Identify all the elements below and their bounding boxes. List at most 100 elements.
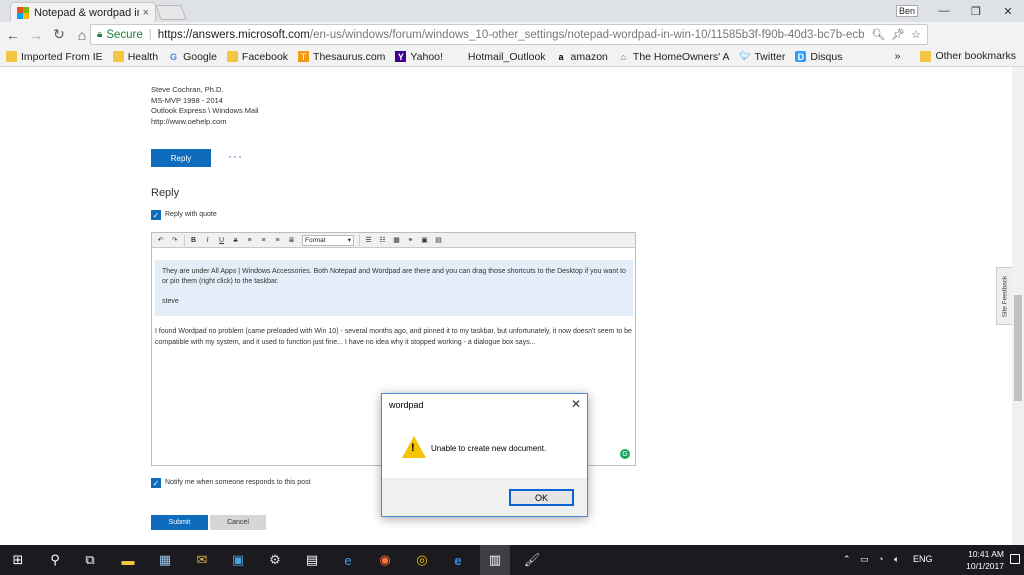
restore-button[interactable]: ❐: [960, 0, 992, 22]
bookmark-yahoo[interactable]: Y Yahoo!: [395, 51, 443, 63]
reload-icon[interactable]: ↻: [49, 25, 69, 45]
battery-icon[interactable]: ▭: [860, 554, 869, 565]
pin-icon[interactable]: 📌︎: [891, 28, 905, 41]
bookmark-health[interactable]: Health: [112, 51, 158, 63]
zoom-icon[interactable]: 🔍︎: [871, 28, 885, 41]
reply-body-text[interactable]: I found Wordpad no problem (came preload…: [155, 326, 633, 348]
format-select[interactable]: Format ▾: [302, 234, 354, 246]
browser-toolbar: ← → ↻ ⌂ 🔒︎ Secure | https://answers.micr…: [0, 22, 1024, 65]
forward-icon[interactable]: →: [26, 25, 46, 45]
submit-button[interactable]: Submit: [151, 515, 208, 530]
profile-badge[interactable]: Ben: [895, 5, 918, 17]
firefox-icon[interactable]: ◉: [375, 550, 395, 570]
new-tab-button[interactable]: [155, 5, 187, 20]
folder-icon: [920, 50, 932, 62]
internet-explorer-icon[interactable]: e: [338, 550, 358, 570]
toolbar-separator: [359, 234, 360, 246]
tab-close-icon[interactable]: ×: [143, 7, 149, 19]
toolbar-separator: [184, 234, 185, 246]
notify-checkbox[interactable]: ✓: [151, 478, 161, 488]
bookmarks-overflow-button[interactable]: »: [895, 50, 901, 62]
bookmark-thesaurus[interactable]: T Thesaurus.com: [298, 51, 385, 63]
redo-icon[interactable]: ↷: [168, 234, 181, 246]
reply-button[interactable]: Reply: [151, 149, 211, 167]
paint-icon[interactable]: 🖌︎: [522, 550, 542, 570]
align-left-icon[interactable]: ≡: [243, 234, 256, 246]
reply-with-quote-label: Reply with quote: [165, 211, 217, 218]
page-scrollbar[interactable]: [1012, 67, 1024, 545]
reply-heading: Reply: [151, 187, 180, 199]
twitter-icon: 🐦︎: [739, 51, 751, 61]
clock-date: 10/1/2017: [966, 561, 1004, 571]
thesaurus-icon: T: [298, 51, 310, 62]
site-feedback-tab[interactable]: Site Feedback: [996, 267, 1013, 325]
windows-icon: [453, 51, 464, 62]
action-center-icon[interactable]: [1010, 554, 1020, 564]
ok-button[interactable]: OK: [509, 489, 574, 506]
chrome-icon[interactable]: ◎: [412, 550, 432, 570]
taskbar-app-icon[interactable]: ▣: [228, 550, 248, 570]
start-windows-icon[interactable]: ⊞: [8, 550, 28, 570]
cancel-button[interactable]: Cancel: [210, 515, 266, 530]
post-signature: Steve Cochran, Ph.D. MS-MVP 1998 - 2014 …: [151, 85, 259, 128]
clock[interactable]: 10:41 AM 10/1/2017: [966, 548, 1004, 572]
tray-chevron-icon[interactable]: ⌃: [843, 554, 851, 565]
align-center-icon[interactable]: ≡: [257, 234, 270, 246]
yahoo-icon: Y: [395, 51, 407, 62]
windows-taskbar: ⊞ ⚲ ⧉ ▬ ▦ ✉ ▣ ⚙ ▤ e ◉ ◎ e ▥ 🖌︎ ⌃ ▭ ◔ 🔈︎ …: [0, 545, 1024, 575]
bookmark-star-icon[interactable]: ☆: [911, 28, 921, 41]
media-icon[interactable]: ▤: [432, 234, 445, 246]
bookmark-disqus[interactable]: D Disqus: [795, 51, 842, 63]
reply-with-quote-checkbox[interactable]: ✓: [151, 210, 161, 220]
link-icon[interactable]: ⚭: [404, 234, 417, 246]
align-right-icon[interactable]: ≡: [271, 234, 284, 246]
url-text: https://answers.microsoft.com/en-us/wind…: [158, 29, 865, 41]
bookmarks-right: » Other bookmarks: [895, 50, 1016, 62]
edge-icon[interactable]: e: [448, 550, 468, 570]
mail-icon[interactable]: ✉: [192, 550, 212, 570]
signature-link[interactable]: http://www.oehelp.com: [151, 117, 259, 128]
underline-icon[interactable]: U: [215, 234, 228, 246]
window-close-button[interactable]: ✕: [992, 0, 1024, 22]
numbered-list-icon[interactable]: ☷: [376, 234, 389, 246]
notepad-icon[interactable]: ▤: [302, 550, 322, 570]
grammarly-icon[interactable]: G: [620, 449, 630, 459]
taskbar-app-icon[interactable]: ▦: [155, 550, 175, 570]
folder-icon: [226, 51, 238, 62]
volume-icon[interactable]: 🔈︎: [894, 554, 899, 565]
italic-icon[interactable]: I: [201, 234, 214, 246]
bookmark-twitter[interactable]: 🐦︎ Twitter: [739, 51, 785, 63]
more-options-icon[interactable]: ···: [228, 149, 243, 163]
undo-icon[interactable]: ↶: [154, 234, 167, 246]
browser-tab[interactable]: Notepad & wordpad in W ×: [10, 2, 156, 22]
wordpad-taskbar-icon[interactable]: ▥: [480, 545, 510, 575]
editor-toolbar: ↶ ↷ B I U a ≡ ≡ ≡ ≣ Format ▾ ☰ ☷ ▦ ⚭ ▣ ▤: [152, 233, 635, 248]
table-icon[interactable]: ▦: [390, 234, 403, 246]
bold-icon[interactable]: B: [187, 234, 200, 246]
justify-icon[interactable]: ≣: [285, 234, 298, 246]
address-bar[interactable]: 🔒︎ Secure | https://answers.microsoft.co…: [90, 24, 928, 45]
language-indicator[interactable]: ENG: [913, 554, 933, 564]
strikethrough-icon[interactable]: a: [229, 234, 242, 246]
bookmark-google[interactable]: G Google: [168, 51, 217, 63]
bulleted-list-icon[interactable]: ☰: [362, 234, 375, 246]
file-explorer-icon[interactable]: ▬: [118, 550, 138, 570]
lock-icon: 🔒︎: [97, 29, 103, 40]
search-icon[interactable]: ⚲: [45, 550, 65, 570]
bookmark-imported-from-ie[interactable]: Imported From IE: [6, 51, 103, 63]
image-icon[interactable]: ▣: [418, 234, 431, 246]
taskbar-app-icon[interactable]: ⚙: [265, 550, 285, 570]
bookmark-homeowners[interactable]: ⌂ The HomeOwners' A: [618, 51, 730, 63]
scrollbar-thumb[interactable]: [1014, 295, 1022, 401]
dialog-close-icon[interactable]: ✕: [571, 397, 581, 411]
home-icon[interactable]: ⌂: [72, 25, 92, 45]
other-bookmarks[interactable]: Other bookmarks: [920, 50, 1016, 62]
bookmark-facebook[interactable]: Facebook: [226, 51, 288, 63]
minimize-button[interactable]: —: [928, 0, 960, 22]
back-icon[interactable]: ←: [3, 25, 23, 45]
secure-label: Secure: [106, 28, 143, 41]
bookmark-amazon[interactable]: a amazon: [556, 51, 608, 63]
network-icon[interactable]: ◔: [878, 554, 883, 564]
task-view-icon[interactable]: ⧉: [80, 550, 100, 570]
bookmark-hotmail-outlook[interactable]: Hotmail_Outlook: [453, 51, 546, 63]
